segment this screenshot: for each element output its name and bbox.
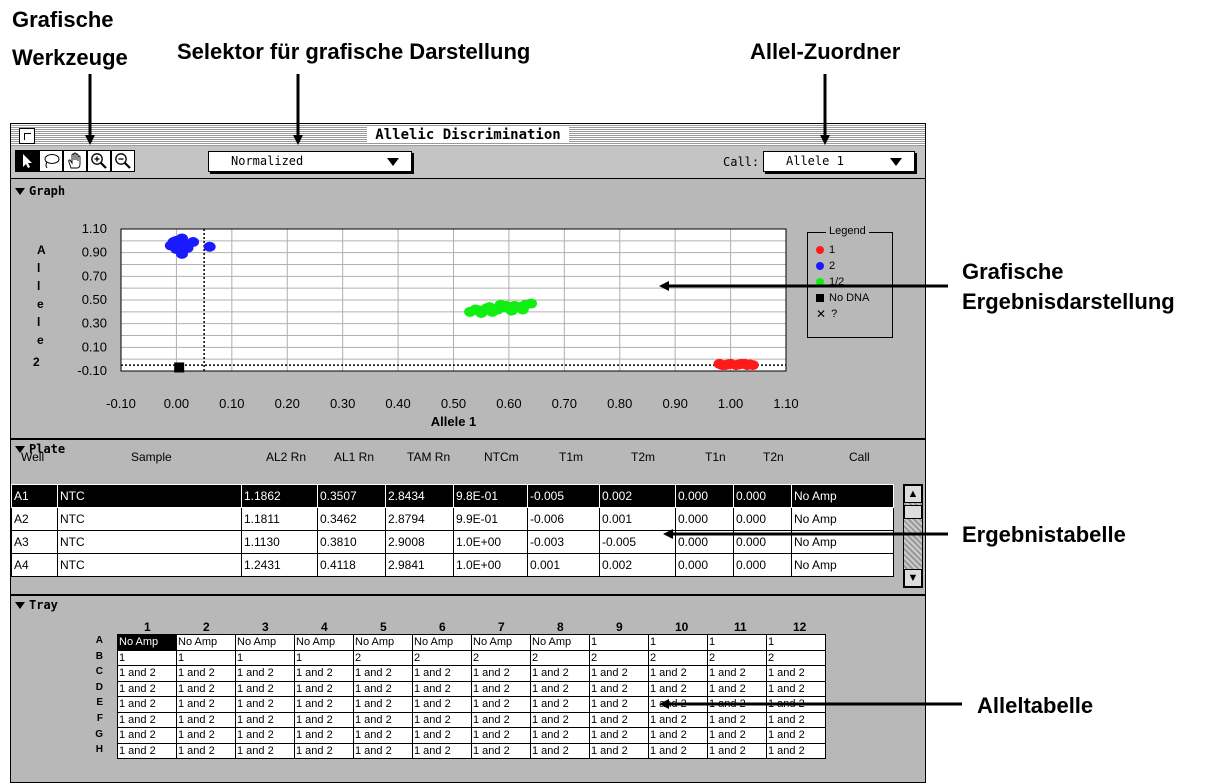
annotation-arrows	[85, 74, 962, 709]
